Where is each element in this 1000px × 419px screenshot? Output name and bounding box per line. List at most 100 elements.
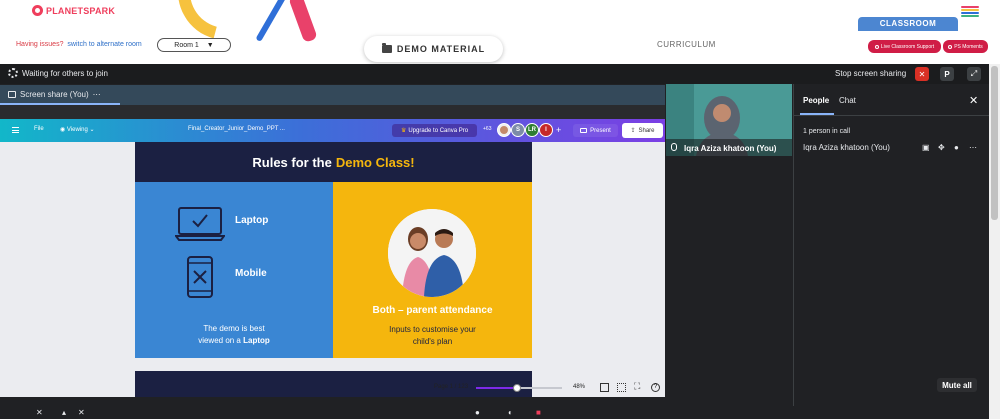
moments-icon <box>948 44 953 49</box>
screen-share-tab-label: Screen share (You) <box>20 90 89 99</box>
present-icon <box>580 128 588 133</box>
mic-icon[interactable]: ● <box>954 143 959 152</box>
demo-note-line2-text: viewed on a <box>198 336 241 345</box>
canva-toolbar: File ◉ Viewing ⌄ Final_Creator_Junior_De… <box>0 119 665 142</box>
eye-icon: ◉ <box>60 127 67 133</box>
planetspark-logo[interactable]: PLANETSPARK <box>32 5 115 16</box>
logo-mark-icon <box>32 5 43 16</box>
parent-panel: Both – parent attendance Inputs to custo… <box>333 182 532 358</box>
avatar-lr[interactable]: LR <box>525 123 539 137</box>
more-options-icon[interactable]: ⋯ <box>93 90 101 99</box>
classroom-tab[interactable]: CLASSROOM <box>858 17 958 31</box>
viewing-mode-dropdown[interactable]: ◉ Viewing ⌄ <box>60 126 95 133</box>
upgrade-label: Upgrade to Canva Pro <box>408 127 469 134</box>
demo-note: The demo is best viewed on a Laptop <box>135 323 333 347</box>
screen-share-status-icon: ▣ <box>922 143 930 152</box>
viewing-label: Viewing <box>66 127 88 133</box>
zoom-percent[interactable]: 48% <box>573 384 585 390</box>
avatar-s[interactable]: S <box>511 123 525 137</box>
hamburger-menu-icon[interactable] <box>961 6 979 17</box>
present-button[interactable]: Present <box>573 124 618 137</box>
avatar-i[interactable]: I <box>539 123 553 137</box>
mobile-label: Mobile <box>235 268 267 279</box>
caret-down-icon: ▼ <box>206 41 214 49</box>
stop-sharing-close-icon[interactable]: ✕ <box>915 67 929 81</box>
tab-people[interactable]: People <box>803 96 829 105</box>
device-panel: Laptop Mobile The demo is best viewed on… <box>135 182 333 358</box>
canva-canvas: Rules for the Demo Class! Laptop Mobile <box>0 142 665 397</box>
add-collaborator-icon[interactable]: + <box>556 125 561 135</box>
collaborator-count: +63 <box>483 126 492 132</box>
close-panel-icon[interactable]: ✕ <box>969 94 978 107</box>
canva-menu-icon[interactable] <box>12 127 19 133</box>
room-select[interactable]: Room 1 ▼ <box>157 38 231 52</box>
page-scrollbar[interactable] <box>989 64 1000 419</box>
both-parent-text: Both – parent attendance <box>372 305 493 316</box>
screen-share-tab[interactable]: Screen share (You) ⋯ <box>8 90 101 99</box>
share-tabbar: Screen share (You) ⋯ <box>0 85 665 105</box>
page-indicator[interactable]: Page 1 / 123 <box>434 384 468 390</box>
meet-controls-bar: ✕ ▴ ✕ ● ◐ ■ <box>0 406 989 419</box>
camera-toggle-icon[interactable]: ▴ <box>62 408 66 417</box>
support-icon <box>874 44 879 49</box>
room-select-value: Room 1 <box>174 41 199 49</box>
crown-icon: ♛ <box>400 128 407 134</box>
canva-file-menu[interactable]: File <box>34 126 44 132</box>
user-initial-button[interactable]: P <box>940 67 954 81</box>
demo-material-label: DEMO MATERIAL <box>396 44 486 54</box>
mic-toggle-icon[interactable]: ✕ <box>36 408 43 417</box>
issues-text: Having issues? <box>16 41 64 48</box>
live-support-label: Live Classroom Support <box>880 43 935 50</box>
zoom-slider-fill <box>476 387 517 389</box>
notes-icon[interactable] <box>600 383 609 392</box>
issues-notice: Having issues? switch to alternate room <box>16 41 142 48</box>
slide: Rules for the Demo Class! Laptop Mobile <box>135 142 532 358</box>
fullscreen-icon[interactable]: ⛶ <box>634 381 640 392</box>
control-icon[interactable]: ◐ <box>508 408 513 417</box>
more-options-icon[interactable]: ⋯ <box>969 143 977 152</box>
mute-all-button[interactable]: Mute all <box>937 378 977 392</box>
zoom-slider-thumb[interactable] <box>513 384 521 392</box>
app-header: PLANETSPARK CLASSROOM Having issues? swi… <box>0 0 1000 64</box>
avatar[interactable] <box>497 123 511 137</box>
upload-icon: ⇪ <box>630 128 636 134</box>
mic-icon <box>671 143 677 151</box>
screen-share-icon <box>8 91 16 98</box>
control-icon[interactable]: ■ <box>536 408 541 417</box>
logo-text: PLANETSPARK <box>46 5 116 16</box>
control-icon[interactable]: ● <box>475 408 480 417</box>
slide-title-highlight: Demo Class! <box>335 154 415 170</box>
options-icon[interactable]: ✕ <box>78 408 85 417</box>
waiting-status: Waiting for others to join <box>22 69 108 78</box>
slide-title: Rules for the Demo Class! <box>135 142 532 182</box>
demo-material-button[interactable]: DEMO MATERIAL <box>364 36 503 62</box>
canva-doc-title[interactable]: Final_Creator_Junior_Demo_PPT ... <box>188 126 285 132</box>
share-area-spacer <box>0 105 665 119</box>
present-label: Present <box>590 127 611 134</box>
share-button[interactable]: ⇪ Share <box>622 123 663 138</box>
participant-list-name: Iqra Aziza khatoon (You) <box>803 143 890 152</box>
scrollbar-thumb[interactable] <box>991 66 998 220</box>
demo-note-line2: viewed on a Laptop <box>135 335 333 347</box>
upgrade-canva-pro-button[interactable]: ♛ Upgrade to Canva Pro <box>392 124 477 137</box>
pin-icon[interactable]: ✥ <box>938 143 945 152</box>
zoom-slider[interactable] <box>476 384 562 392</box>
live-classroom-support-button[interactable]: Live Classroom Support <box>868 40 941 53</box>
gear-icon[interactable] <box>8 68 18 78</box>
ps-moments-label: PS Moments <box>954 43 983 50</box>
help-icon[interactable]: ? <box>651 383 660 392</box>
grid-view-icon[interactable] <box>617 383 626 392</box>
meet-topbar: Waiting for others to join Stop screen s… <box>0 64 989 84</box>
ps-moments-button[interactable]: PS Moments <box>943 40 988 53</box>
share-label: Share <box>638 127 655 134</box>
curriculum-tab[interactable]: CURRICULUM <box>657 40 716 49</box>
laptop-icon <box>175 207 225 241</box>
inputs-line2: child's plan <box>412 337 453 346</box>
divider <box>794 115 990 116</box>
stop-screen-sharing-label: Stop screen sharing <box>835 69 907 78</box>
in-call-count: 1 person in call <box>803 128 851 135</box>
tab-chat[interactable]: Chat <box>839 96 856 105</box>
alternate-room-link[interactable]: switch to alternate room <box>67 41 141 48</box>
chevron-down-icon: ⌄ <box>87 127 95 133</box>
fullscreen-icon[interactable]: ⤢ <box>967 67 981 81</box>
